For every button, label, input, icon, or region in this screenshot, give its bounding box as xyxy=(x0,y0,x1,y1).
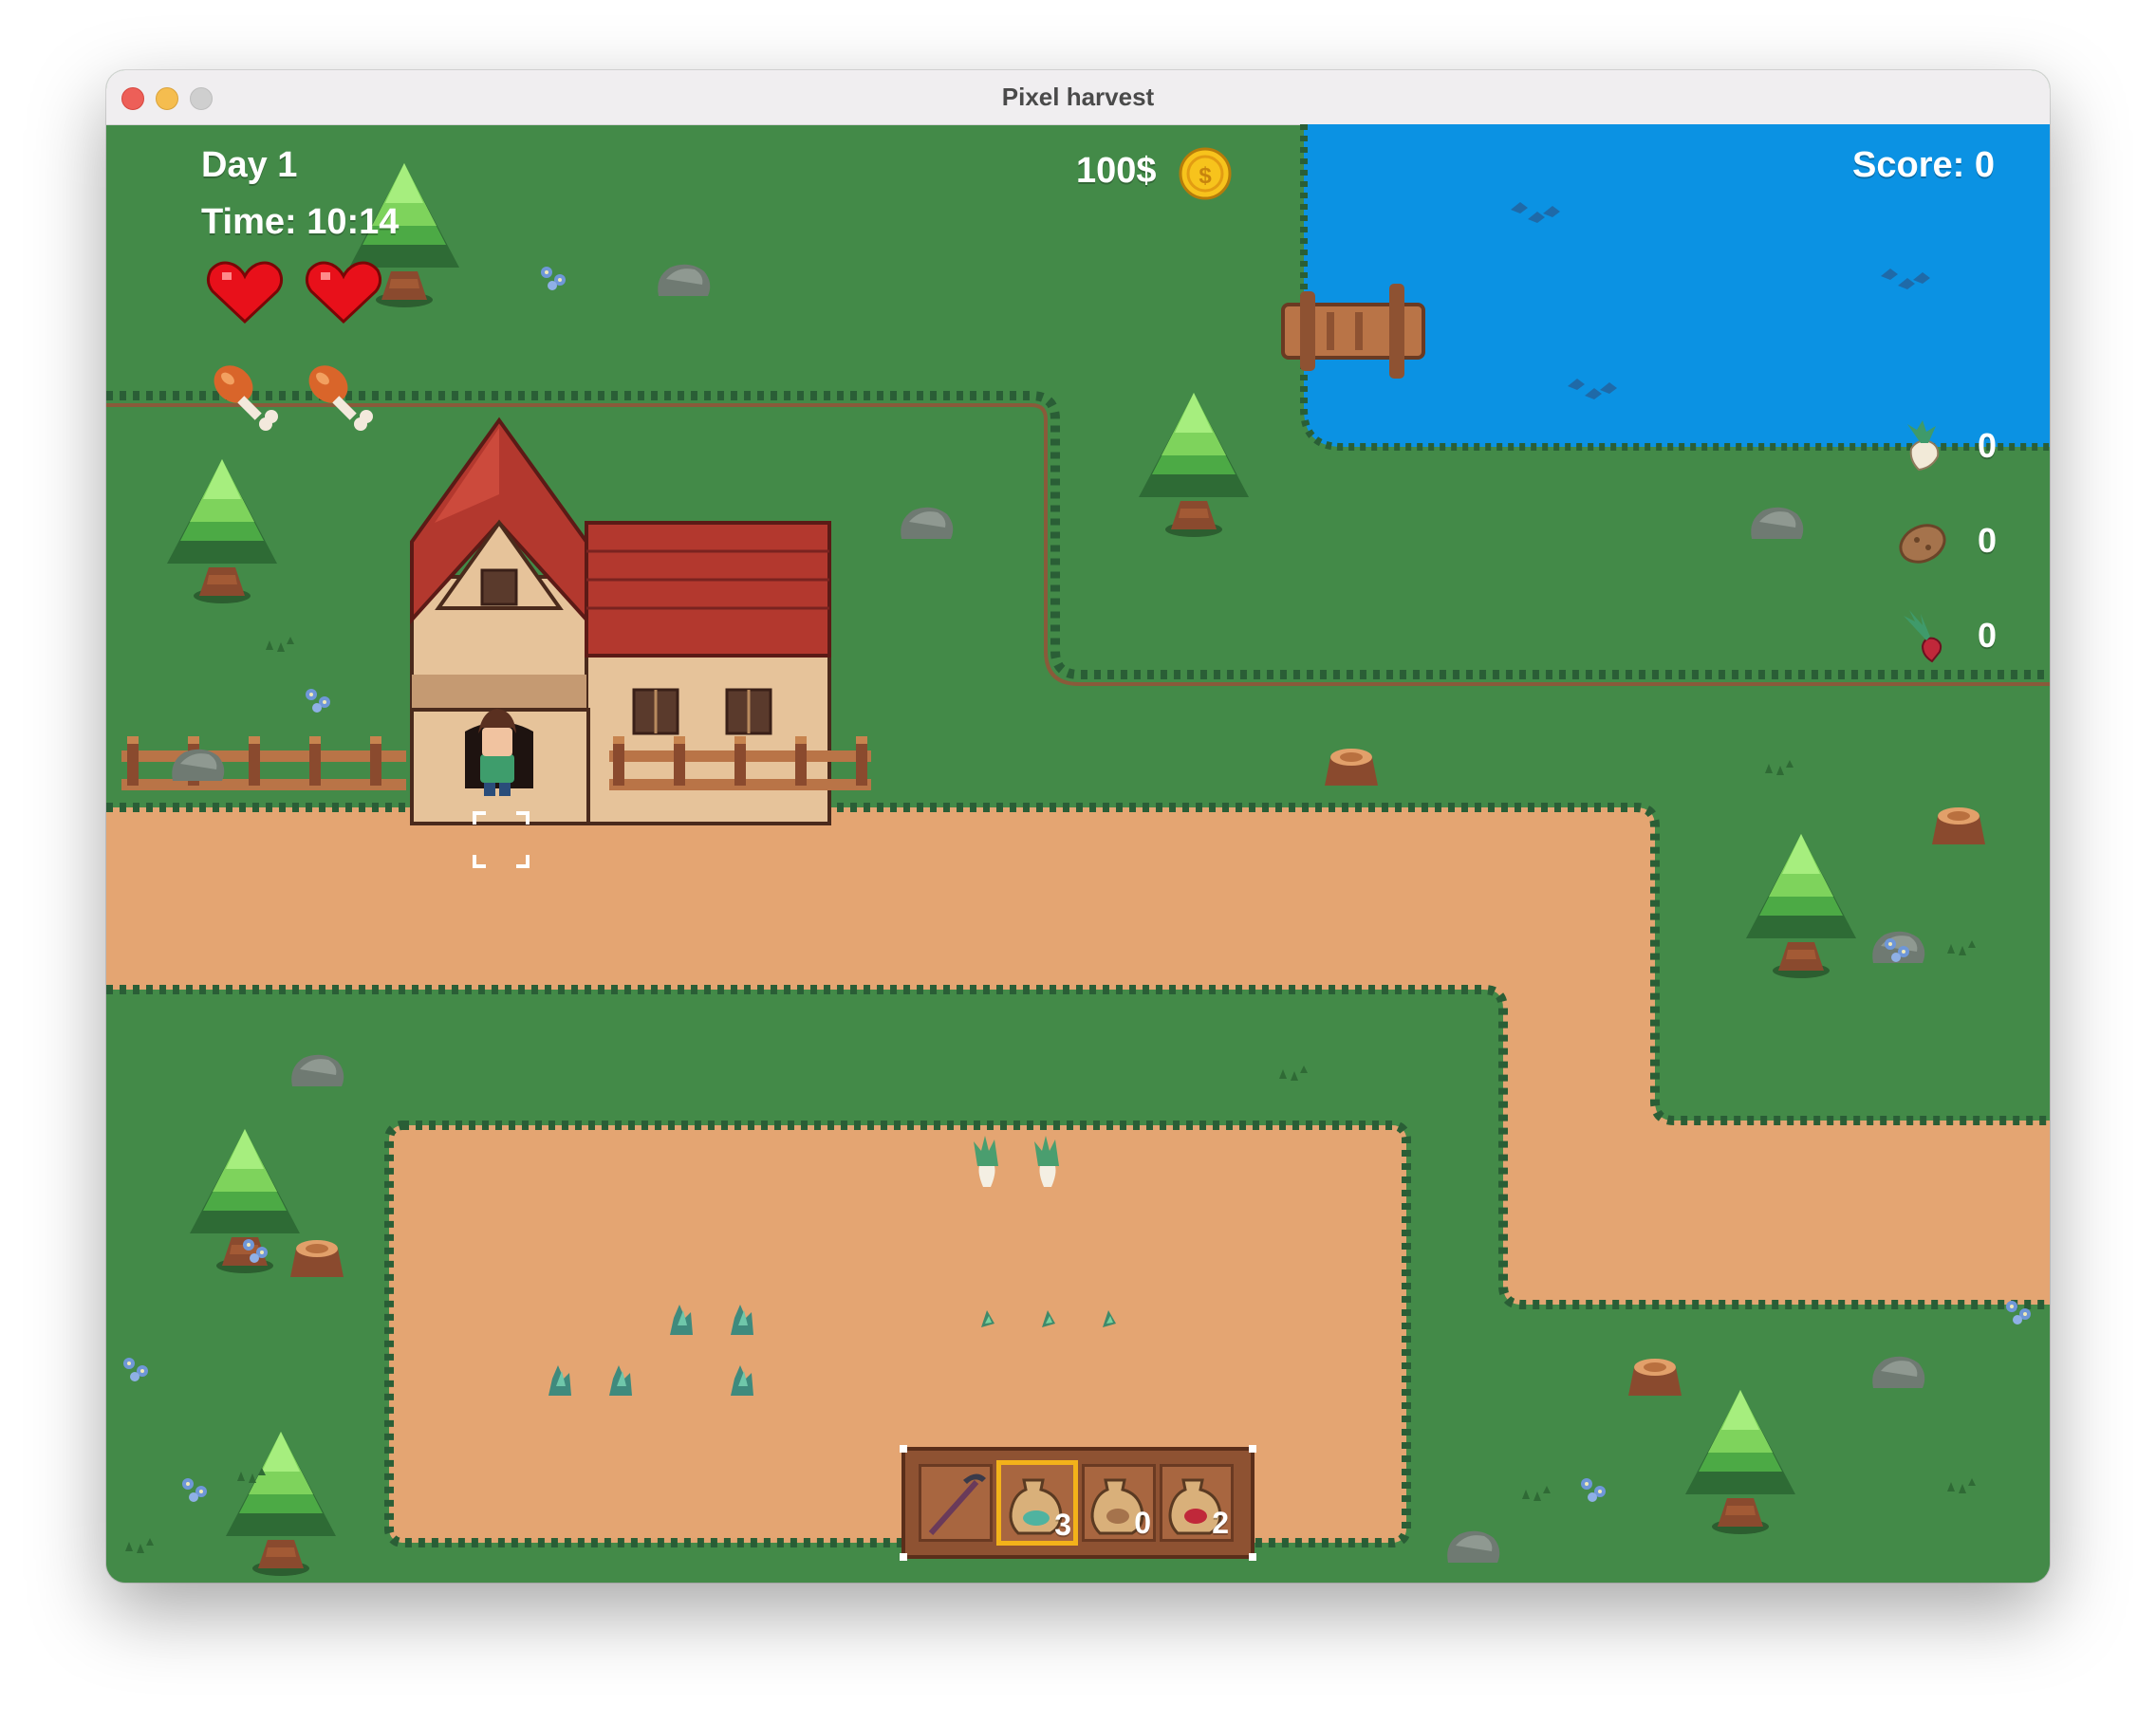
svg-text:$: $ xyxy=(1199,163,1212,189)
game-map xyxy=(106,124,2050,1576)
hoe-icon xyxy=(928,1473,986,1535)
day-label: Day 1 xyxy=(201,145,298,185)
turnip-count: 0 xyxy=(1978,426,1998,465)
toolbar: 3 0 2 xyxy=(900,1445,1256,1561)
game-window: Pixel harvest Day 1 Time: 10:14 100$ $ S… xyxy=(106,70,2050,1583)
turnip-icon xyxy=(1907,420,1940,472)
toolbar-slot-turnip-seeds[interactable]: 3 xyxy=(996,1460,1078,1546)
window-title: Pixel harvest xyxy=(1001,83,1155,111)
heart-icon xyxy=(206,261,382,324)
beet-counter: 0 xyxy=(1894,608,2008,665)
potato-counter: 0 xyxy=(1894,513,2008,570)
money-label: 100$ xyxy=(1076,151,1157,191)
toolbar-slot-beet-seeds[interactable]: 2 xyxy=(1160,1464,1234,1542)
beet-count: 0 xyxy=(1978,616,1998,655)
toolbar-corner xyxy=(900,1553,907,1561)
game-scene[interactable]: Day 1 Time: 10:14 100$ $ Score: 0 0 0 0 … xyxy=(106,124,2050,1583)
potato-icon xyxy=(1899,524,1946,564)
beet-icon xyxy=(1904,610,1942,663)
toolbar-slot-potato-seeds[interactable]: 0 xyxy=(1082,1464,1156,1542)
slot-count: 0 xyxy=(1134,1506,1151,1540)
title-bar: Pixel harvest xyxy=(106,70,2050,125)
toolbar-slot-hoe[interactable] xyxy=(919,1464,993,1542)
toolbar-corner xyxy=(1249,1445,1256,1453)
food-meter xyxy=(211,361,391,437)
coin-icon: $ xyxy=(1179,147,1232,200)
slot-count: 2 xyxy=(1212,1506,1229,1540)
toolbar-corner xyxy=(900,1445,907,1453)
toolbar-corner xyxy=(1249,1553,1256,1561)
health-hearts xyxy=(205,257,395,333)
slot-count: 3 xyxy=(1054,1508,1071,1542)
score-label: Score: 0 xyxy=(1852,145,1995,185)
drumstick-icon xyxy=(214,365,373,431)
potato-count: 0 xyxy=(1978,521,1998,560)
fence-left xyxy=(121,736,406,790)
turnip-counter: 0 xyxy=(1894,418,2008,475)
time-label: Time: 10:14 xyxy=(201,202,400,242)
